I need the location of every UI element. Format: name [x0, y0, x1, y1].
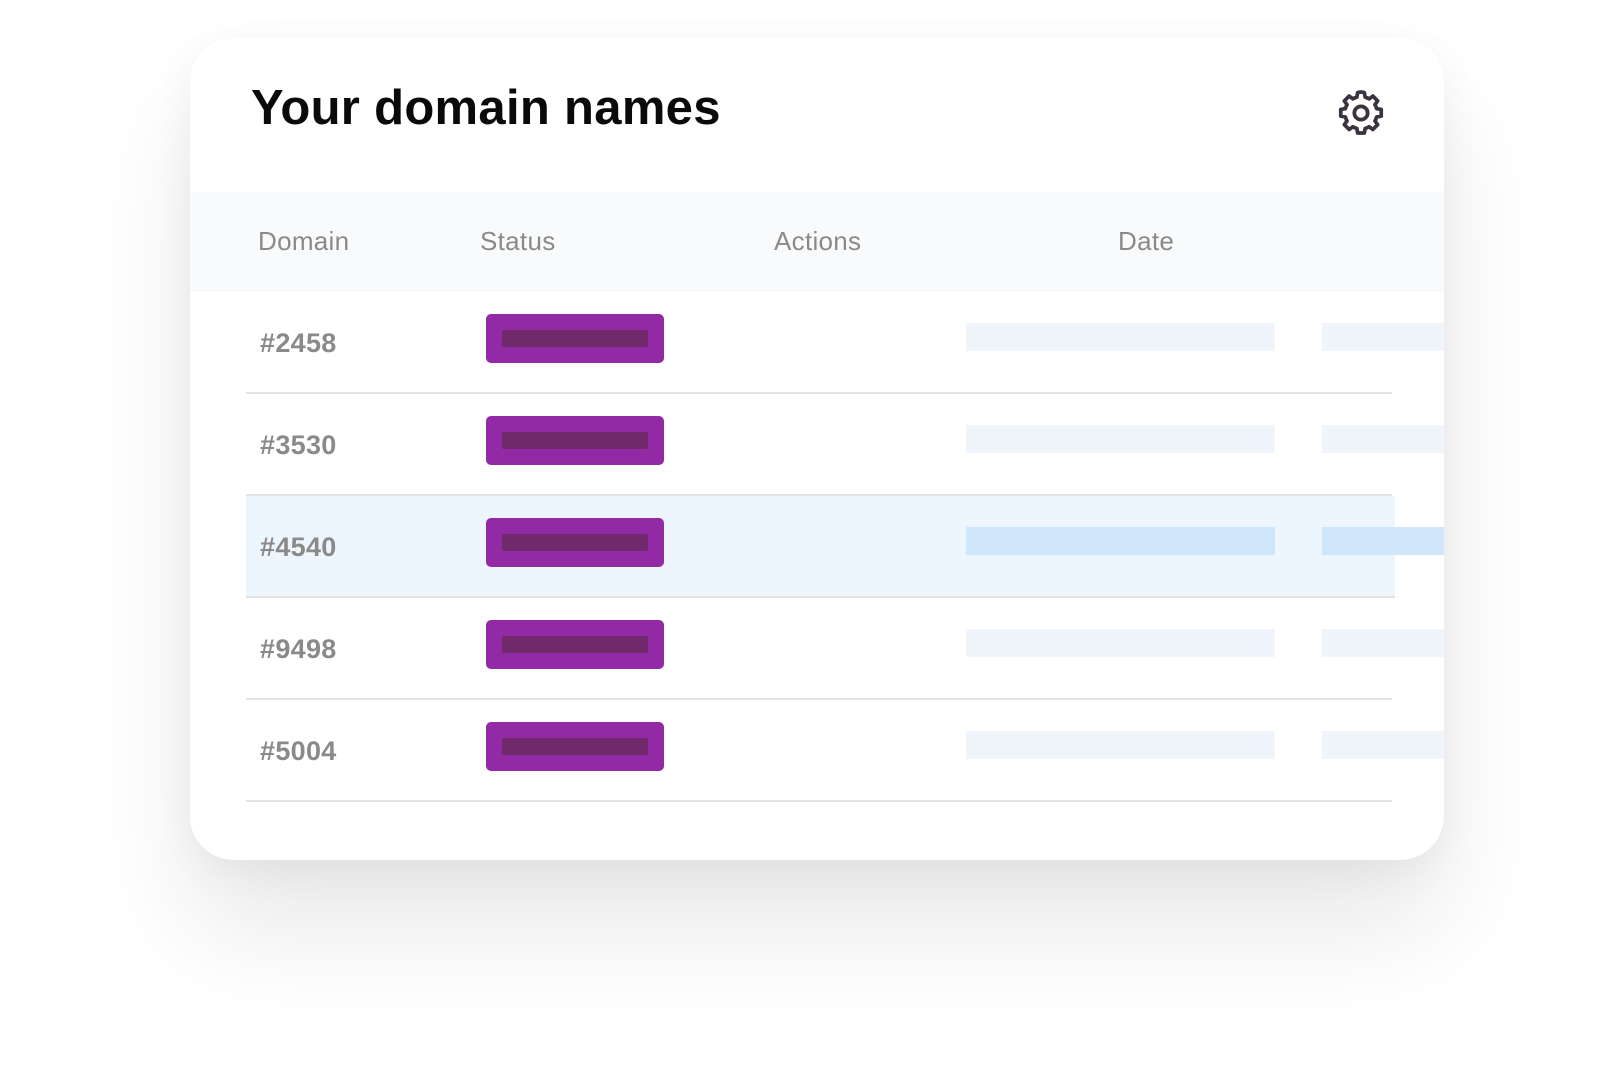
- domain-id: #9498: [260, 634, 337, 664]
- status-badge-text: [502, 534, 648, 551]
- table-row[interactable]: #5004: [246, 700, 1444, 802]
- actions-placeholder: [966, 323, 1275, 351]
- actions-placeholder: [966, 731, 1275, 759]
- column-header-status[interactable]: Status: [480, 226, 556, 257]
- gear-icon[interactable]: [1336, 88, 1386, 138]
- column-header-date[interactable]: Date: [1118, 226, 1174, 257]
- column-header-domain[interactable]: Domain: [258, 226, 349, 257]
- date-placeholder: [1322, 527, 1444, 555]
- table-header: Domain Status Actions Date: [190, 192, 1444, 292]
- column-header-actions[interactable]: Actions: [774, 226, 861, 257]
- domain-id: #5004: [260, 736, 337, 766]
- date-placeholder: [1322, 323, 1444, 351]
- domain-id: #4540: [260, 532, 337, 562]
- status-badge-text: [502, 330, 648, 347]
- domain-names-card: Your domain names Domain Status Actions …: [190, 38, 1444, 860]
- status-badge-text: [502, 738, 648, 755]
- table-row[interactable]: #2458: [246, 292, 1444, 394]
- table-row-selected[interactable]: #4540: [246, 496, 1444, 598]
- actions-placeholder: [966, 629, 1275, 657]
- status-badge: [486, 314, 664, 363]
- date-placeholder: [1322, 731, 1444, 759]
- table-row[interactable]: #9498: [246, 598, 1444, 700]
- status-badge: [486, 518, 664, 567]
- date-placeholder: [1322, 425, 1444, 453]
- status-badge-text: [502, 432, 648, 449]
- actions-placeholder: [966, 527, 1275, 555]
- page-title: Your domain names: [251, 81, 721, 135]
- status-badge: [486, 722, 664, 771]
- status-badge-text: [502, 636, 648, 653]
- status-badge: [486, 416, 664, 465]
- status-badge: [486, 620, 664, 669]
- actions-placeholder: [966, 425, 1275, 453]
- domain-id: #3530: [260, 430, 337, 460]
- domain-id: #2458: [260, 328, 337, 358]
- date-placeholder: [1322, 629, 1444, 657]
- table-row[interactable]: #3530: [246, 394, 1444, 496]
